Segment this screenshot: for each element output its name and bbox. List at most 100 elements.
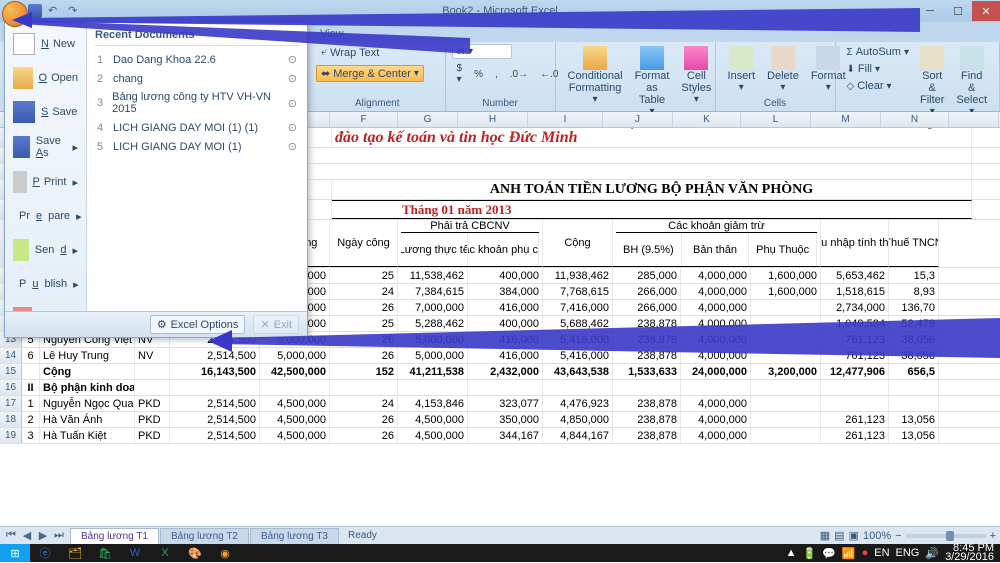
office-menu: NNew OOpen SSave Save As▸ PPrint▸ Prepar…	[4, 22, 308, 338]
table-row[interactable]: 19 3 Hà Tuấn Kiệt PKD 2,514,500 4,500,00…	[0, 428, 1000, 444]
exit-button[interactable]: ✕Exit	[253, 315, 299, 334]
col-header[interactable]: J	[603, 112, 673, 127]
excel-options-button[interactable]: ⚙Excel Options	[150, 315, 246, 334]
excel-icon[interactable]: X	[150, 544, 180, 562]
zoom-out-button[interactable]: −	[895, 530, 901, 542]
increase-decimal-button[interactable]: .0→	[505, 61, 533, 87]
recent-document[interactable]: 2chang⊙	[95, 69, 299, 88]
col-header[interactable]: F	[330, 112, 398, 127]
menu-save[interactable]: SSave	[5, 95, 86, 129]
find-select-button[interactable]: Find & Select ▾	[950, 44, 993, 119]
menu-publish[interactable]: Publish▸	[5, 267, 86, 301]
undo-icon[interactable]: ↶	[48, 4, 62, 18]
store-icon[interactable]: 🛍	[90, 544, 120, 562]
tray-up-icon[interactable]: ▲	[786, 547, 797, 559]
percent-button[interactable]: %	[469, 61, 488, 87]
fill-button[interactable]: ⬇ Fill ▾	[842, 61, 914, 77]
tab-view[interactable]: View	[310, 26, 354, 42]
menu-prepare[interactable]: Prepare▸	[5, 199, 86, 233]
table-row[interactable]: 15 Cộng 16,143,500 42,500,000 152 41,211…	[0, 364, 1000, 380]
col-header[interactable]: I	[528, 112, 603, 127]
lang-indicator[interactable]: EN	[874, 547, 889, 559]
format-as-table-button[interactable]: Format as Table ▾	[629, 44, 676, 119]
sheet-tab[interactable]: Bảng lương T1	[70, 528, 159, 544]
word-icon[interactable]: W	[120, 544, 150, 562]
volume-icon[interactable]: 🔊	[925, 547, 939, 560]
last-sheet-button[interactable]: ⏭	[52, 529, 66, 543]
office-button[interactable]	[2, 1, 28, 27]
explorer-icon[interactable]: 🗂	[60, 544, 90, 562]
pin-icon[interactable]: ⊙	[288, 140, 297, 153]
currency-button[interactable]: $ ▾	[452, 61, 468, 87]
table-row[interactable]: 14 6 Lê Huy Trung NV 2,514,500 5,000,000…	[0, 348, 1000, 364]
pin-icon[interactable]: ⊙	[288, 121, 297, 134]
pin-icon[interactable]: ⊙	[288, 72, 297, 85]
col-header[interactable]: H	[458, 112, 528, 127]
start-button[interactable]: ⊞	[0, 544, 30, 562]
recent-document[interactable]: 1Dao Dang Khoa 22.6⊙	[95, 50, 299, 69]
col-header[interactable]	[949, 112, 999, 127]
menu-send[interactable]: Send▸	[5, 233, 86, 267]
clock[interactable]: 8:45 PM3/29/2016	[945, 544, 994, 562]
table-row[interactable]: 18 2 Hà Văn Ánh PKD 2,514,500 4,500,000 …	[0, 412, 1000, 428]
view-break-icon[interactable]: ▣	[849, 529, 859, 542]
cond-format-icon	[583, 46, 607, 70]
wrap-icon: ⤶	[321, 46, 327, 59]
menu-print[interactable]: PPrint▸	[5, 165, 86, 199]
zoom-slider[interactable]	[906, 534, 986, 538]
sheet-tab[interactable]: Bảng lương T2	[160, 528, 249, 544]
col-header[interactable]: G	[398, 112, 458, 127]
recording-icon[interactable]: ●	[862, 547, 869, 559]
ie-icon[interactable]: ⓔ	[30, 544, 60, 562]
zoom-in-button[interactable]: +	[990, 530, 996, 542]
table-row[interactable]: 17 1 Nguyễn Ngọc Quang PKD 2,514,500 4,5…	[0, 396, 1000, 412]
col-header[interactable]: M	[811, 112, 881, 127]
hdr-phuthuoc: Phụ Thuộc	[749, 233, 817, 266]
menu-open[interactable]: OOpen	[5, 61, 86, 95]
paint-icon[interactable]: 🎨	[180, 544, 210, 562]
conditional-formatting-button[interactable]: Conditional Formatting ▾	[562, 44, 629, 119]
recent-documents: Recent Documents 1Dao Dang Khoa 22.6⊙2ch…	[87, 23, 307, 337]
col-header[interactable]: K	[673, 112, 741, 127]
sheet-tab[interactable]: Bảng lương T3	[250, 528, 339, 544]
minimize-button[interactable]: ─	[916, 1, 944, 21]
first-sheet-button[interactable]: ⏮	[4, 529, 18, 543]
prev-sheet-button[interactable]: ◀	[20, 529, 34, 543]
banner: đào tạo kế toán và tin học Đức Minh	[332, 128, 972, 147]
maximize-button[interactable]: ☐	[944, 1, 972, 21]
table-row[interactable]: 16 II Bộ phận kinh doanh	[0, 380, 1000, 396]
merge-center-button[interactable]: ⬌Merge & Center ▾	[316, 65, 424, 82]
close-button[interactable]: ✕	[972, 1, 1000, 21]
zoom-controls[interactable]: ▦ ▤ ▣ 100% − +	[820, 529, 996, 542]
col-header[interactable]: N	[881, 112, 949, 127]
comma-button[interactable]: ,	[490, 61, 503, 87]
pin-icon[interactable]: ⊙	[288, 53, 297, 66]
menu-new[interactable]: NNew	[5, 27, 86, 61]
hdr-phucap: Các khoản phụ cấp	[468, 233, 539, 266]
recent-document[interactable]: 3Bảng lương công ty HTV VH-VN 2015⊙	[95, 88, 299, 118]
network-icon[interactable]: 📶	[842, 547, 856, 560]
lang-indicator2[interactable]: ENG	[896, 547, 920, 559]
save-icon[interactable]	[28, 4, 42, 18]
redo-icon[interactable]: ↷	[68, 4, 82, 18]
cell-styles-button[interactable]: Cell Styles ▾	[675, 44, 717, 119]
next-sheet-button[interactable]: ▶	[36, 529, 50, 543]
pin-icon[interactable]: ⊙	[288, 97, 297, 110]
wrap-text-button[interactable]: ⤶Wrap Text	[316, 44, 384, 61]
recent-document[interactable]: 4LICH GIANG DAY MOI (1) (1)⊙	[95, 118, 299, 137]
clear-button[interactable]: ◇ Clear ▾	[842, 78, 914, 94]
sort-filter-button[interactable]: Sort & Filter ▾	[914, 44, 950, 119]
send-icon	[13, 239, 29, 261]
autosum-button[interactable]: Σ AutoSum ▾	[842, 44, 914, 60]
menu-save-as[interactable]: Save As▸	[5, 129, 86, 165]
col-header[interactable]: L	[741, 112, 811, 127]
app-icon[interactable]: ◉	[210, 544, 240, 562]
number-format-combo[interactable]: er ▾	[452, 44, 512, 59]
view-normal-icon[interactable]: ▦	[820, 529, 830, 542]
battery-icon[interactable]: 🔋	[802, 547, 816, 560]
delete-button[interactable]: Delete ▾	[761, 44, 805, 95]
view-layout-icon[interactable]: ▤	[834, 529, 844, 542]
insert-button[interactable]: Insert ▾	[722, 44, 762, 95]
action-center-icon[interactable]: 💬	[822, 547, 836, 560]
recent-document[interactable]: 5LICH GIANG DAY MOI (1)⊙	[95, 137, 299, 156]
